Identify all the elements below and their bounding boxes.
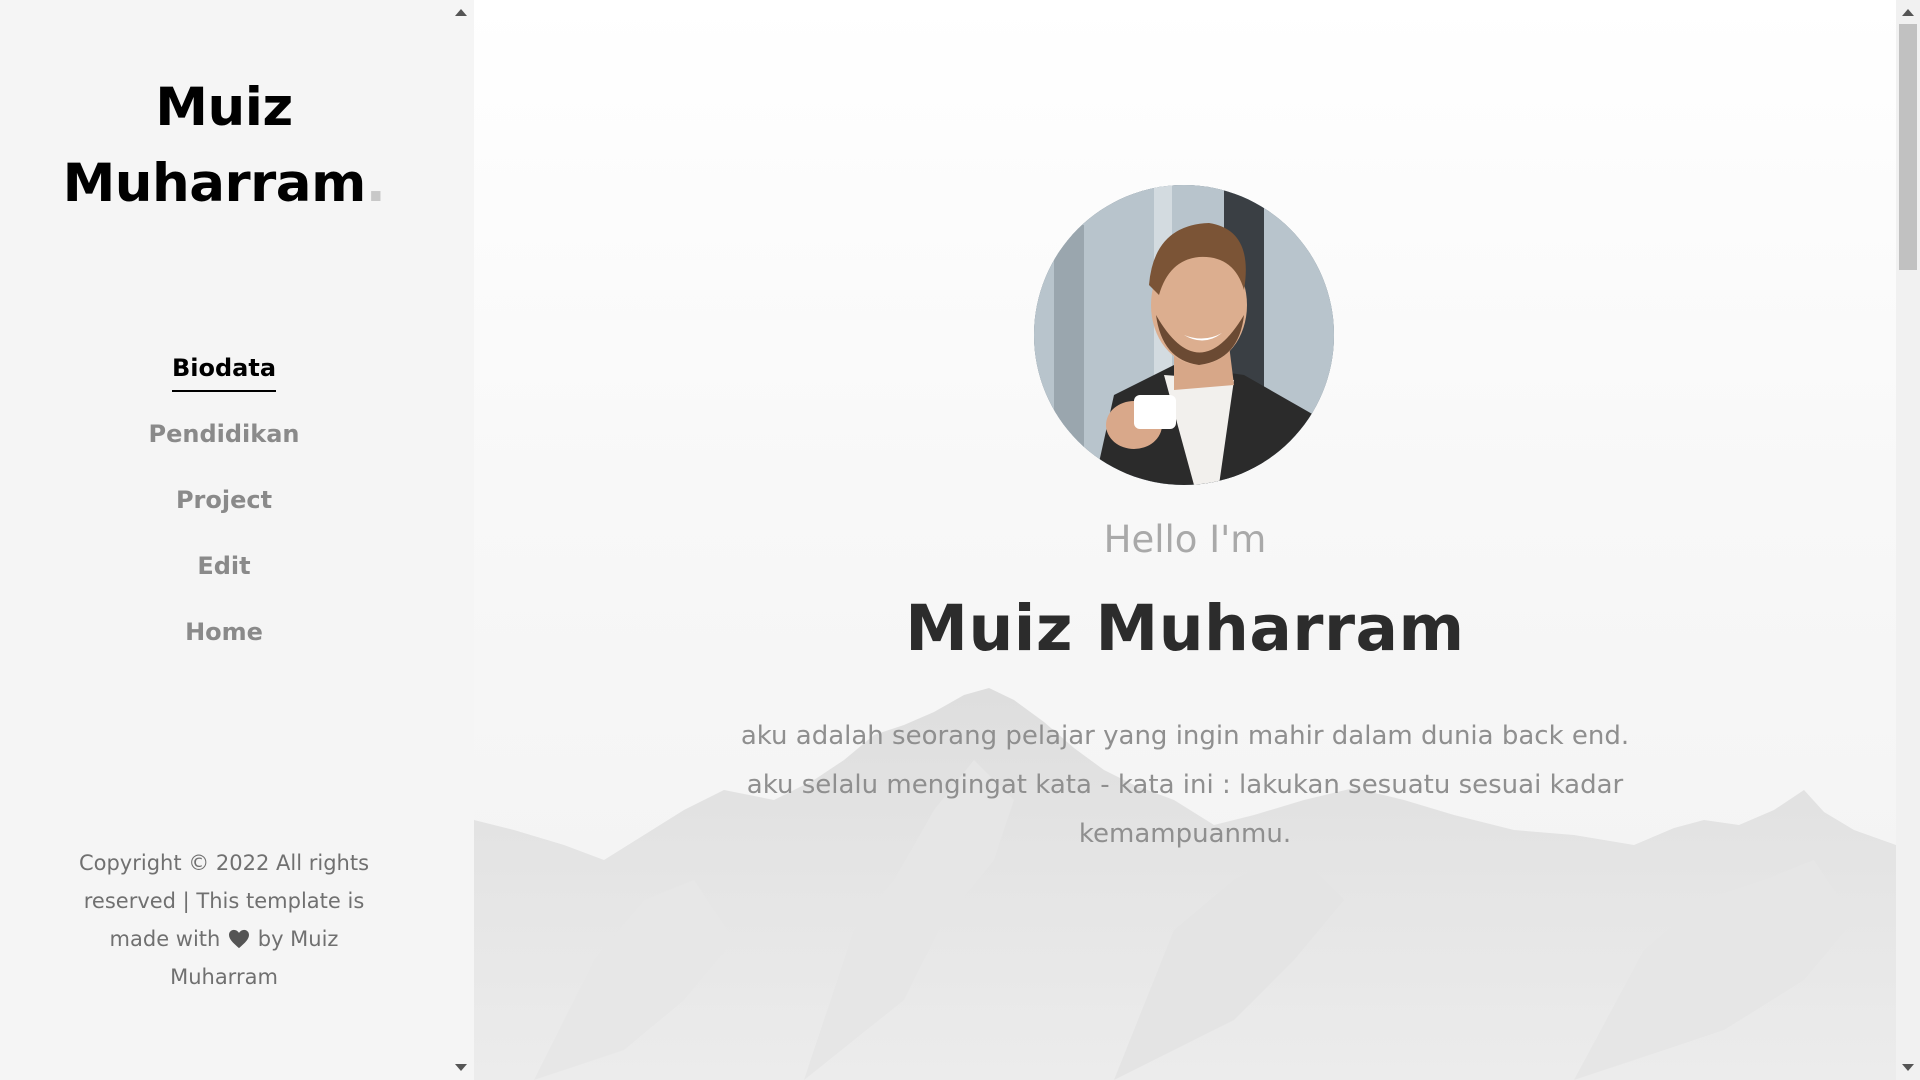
app-window: Muiz Muharram. Biodata Pendidikan Projec… [0, 0, 1920, 1080]
sidebar-scroll-up-icon[interactable] [455, 9, 467, 16]
page-scrollbar[interactable] [1896, 0, 1920, 1080]
menu-item-home[interactable]: Home [0, 612, 448, 678]
menu-item-project[interactable]: Project [0, 480, 448, 546]
scroll-down-icon[interactable] [1902, 1064, 1914, 1071]
menu-item-label: Home [185, 618, 263, 646]
menu-item-edit[interactable]: Edit [0, 546, 448, 612]
brand-line-1: Muiz [155, 77, 293, 138]
main-content: Hello I'm Muiz Muharram aku adalah seora… [474, 0, 1896, 1080]
brand-line-2: Muharram [62, 153, 367, 214]
footer-copyright: Copyright © 2022 All rights reserved | T… [60, 844, 388, 996]
menu-item-label: Edit [197, 552, 251, 580]
menu-item-label: Project [175, 486, 273, 514]
sidebar-menu: Biodata Pendidikan Project Edit Home [0, 348, 448, 678]
menu-item-label: Pendidikan [148, 420, 300, 448]
menu-item-biodata[interactable]: Biodata [0, 348, 448, 414]
menu-item-pendidikan[interactable]: Pendidikan [0, 414, 448, 480]
avatar-photo [1034, 185, 1334, 485]
sidebar: Muiz Muharram. Biodata Pendidikan Projec… [0, 0, 467, 1080]
brand-logo[interactable]: Muiz Muharram. [0, 70, 448, 222]
sidebar-scroll-down-icon[interactable] [455, 1064, 467, 1071]
hero-bio: aku adalah seorang pelajar yang ingin ma… [740, 721, 1630, 849]
hero-name: Muiz Muharram [905, 592, 1465, 665]
scroll-up-icon[interactable] [1902, 9, 1914, 16]
brand-dot: . [365, 153, 386, 214]
hero-greeting: Hello I'm [1103, 518, 1267, 561]
profile-avatar [1034, 185, 1334, 485]
heart-icon [229, 929, 250, 948]
menu-item-label: Biodata [171, 348, 277, 392]
scrollbar-thumb[interactable] [1899, 24, 1917, 270]
